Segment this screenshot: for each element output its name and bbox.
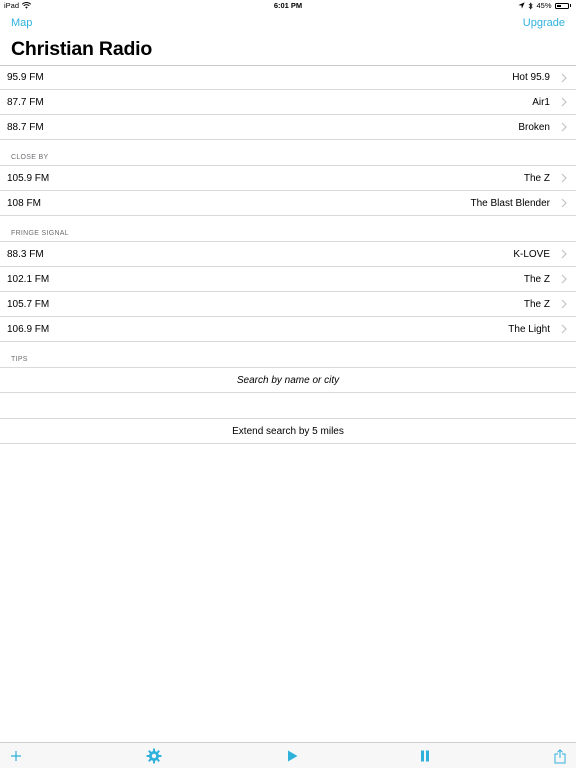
station-name: Air1 — [532, 96, 550, 108]
battery-percent: 45% — [536, 1, 552, 10]
pause-button[interactable] — [417, 748, 433, 764]
station-row[interactable]: 88.3 FM K-LOVE — [0, 242, 576, 267]
battery-icon — [554, 2, 569, 9]
chevron-right-icon — [561, 324, 567, 334]
station-frequency: 106.9 FM — [7, 323, 50, 335]
status-right: 45% — [518, 1, 571, 10]
extend-search-button[interactable]: Extend search by 5 miles — [0, 419, 576, 444]
station-frequency: 95.9 FM — [7, 72, 44, 83]
pause-icon — [421, 750, 429, 762]
section-header-label: TIPS — [11, 356, 28, 363]
chevron-right-icon — [561, 173, 567, 183]
bluetooth-icon — [529, 1, 534, 10]
station-list: 95.9 FM Hot 95.9 87.7 FM Air1 88.7 FM Br… — [0, 65, 576, 444]
station-row[interactable]: 88.7 FM Broken — [0, 115, 576, 140]
section-header-close-by: CLOSE BY — [0, 140, 576, 166]
chevron-right-icon — [561, 122, 567, 132]
settings-button[interactable] — [146, 748, 162, 764]
station-name: The Blast Blender — [470, 197, 551, 209]
location-arrow-icon — [518, 2, 526, 9]
station-frequency: 88.7 FM — [7, 121, 44, 133]
station-name: The Light — [508, 323, 550, 335]
station-name: Hot 95.9 — [512, 72, 550, 83]
station-row[interactable]: 105.7 FM The Z — [0, 292, 576, 317]
search-tip[interactable]: Search by name or city — [0, 368, 576, 393]
chevron-right-icon — [561, 97, 567, 107]
add-button[interactable] — [8, 748, 24, 764]
upgrade-button[interactable]: Upgrade — [523, 17, 565, 29]
play-icon — [287, 750, 297, 762]
station-row[interactable]: 108 FM The Blast Blender — [0, 191, 576, 216]
status-time: 6:01 PM — [273, 1, 303, 10]
map-button[interactable]: Map — [11, 17, 32, 29]
share-icon — [554, 748, 566, 763]
station-frequency: 108 FM — [7, 197, 41, 209]
chevron-right-icon — [561, 73, 567, 83]
section-header-fringe-signal: FRINGE SIGNAL — [0, 216, 576, 242]
bottom-toolbar — [0, 742, 576, 768]
chevron-right-icon — [561, 198, 567, 208]
share-button[interactable] — [552, 748, 568, 764]
battery-tip — [569, 4, 571, 7]
plus-icon — [11, 751, 21, 761]
station-row[interactable]: 105.9 FM The Z — [0, 166, 576, 191]
station-name: K-LOVE — [513, 248, 550, 260]
station-frequency: 87.7 FM — [7, 96, 44, 108]
station-name: Broken — [518, 121, 550, 133]
station-frequency: 102.1 FM — [7, 273, 50, 285]
tip-spacer — [0, 393, 576, 419]
chevron-right-icon — [561, 299, 567, 309]
station-name: The Z — [523, 172, 550, 184]
chevron-right-icon — [561, 274, 567, 284]
gear-icon — [146, 748, 162, 764]
station-name: The Z — [523, 298, 550, 310]
station-frequency: 105.7 FM — [7, 298, 50, 310]
chevron-right-icon — [561, 249, 567, 259]
station-row[interactable]: 102.1 FM The Z — [0, 267, 576, 292]
section-header-tips: TIPS — [0, 342, 576, 368]
play-button[interactable] — [284, 748, 300, 764]
station-row[interactable]: 106.9 FM The Light — [0, 317, 576, 342]
station-frequency: 105.9 FM — [7, 172, 50, 184]
station-name: The Z — [523, 273, 550, 285]
station-row[interactable]: 87.7 FM Air1 — [0, 90, 576, 115]
page-title: Christian Radio — [11, 38, 153, 60]
battery-level — [556, 4, 561, 7]
station-frequency: 88.3 FM — [7, 248, 44, 260]
station-row[interactable]: 95.9 FM Hot 95.9 — [0, 65, 576, 90]
status-bar: iPad 6:01 PM 45% — [0, 0, 576, 12]
section-header-label: FRINGE SIGNAL — [11, 230, 69, 237]
section-header-label: CLOSE BY — [11, 154, 49, 161]
